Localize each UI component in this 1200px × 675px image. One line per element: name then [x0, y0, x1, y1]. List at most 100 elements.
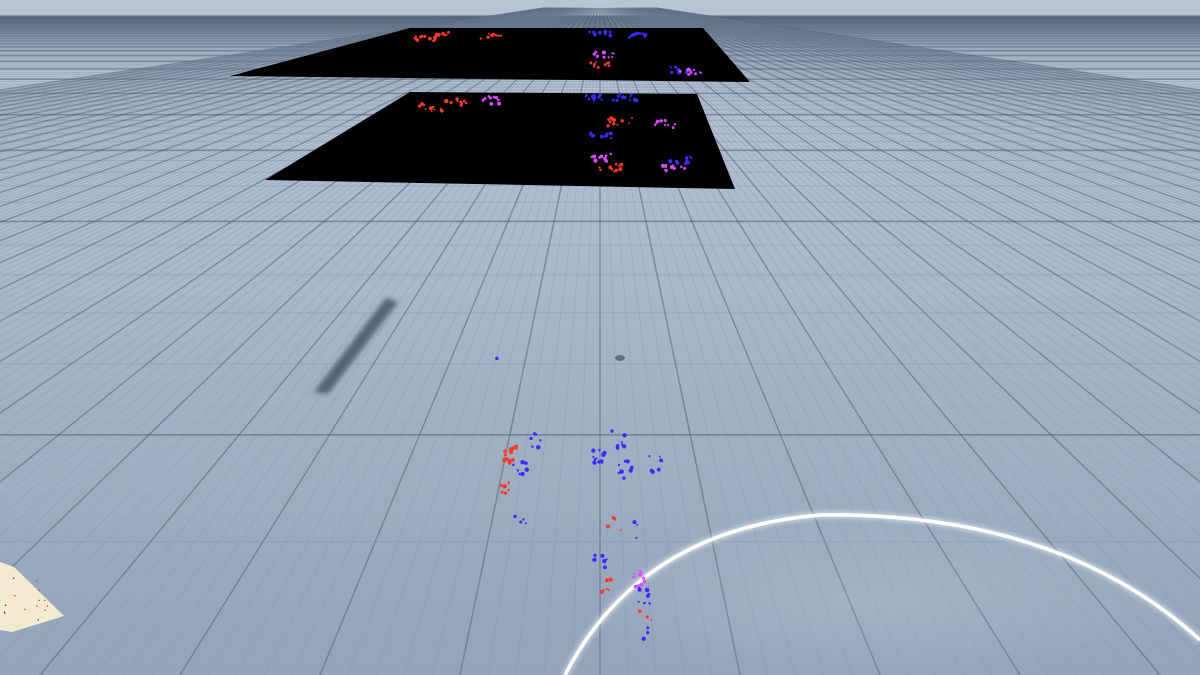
panel-point — [612, 122, 616, 126]
panel-point — [459, 100, 463, 104]
panel-point — [663, 123, 667, 127]
3d-viewport-scene[interactable] — [0, 0, 1200, 675]
panel-point — [489, 101, 494, 106]
panel-point — [628, 99, 631, 102]
ground-point — [650, 619, 652, 621]
ground-point — [512, 463, 515, 467]
ground-point — [610, 429, 614, 433]
ground-point — [636, 523, 639, 526]
panel-point — [609, 152, 613, 156]
panel-point — [499, 34, 502, 37]
panel-point — [598, 166, 601, 169]
ground-point — [639, 582, 644, 587]
panel-point — [615, 98, 619, 102]
panel-point — [439, 107, 442, 110]
panel-point — [611, 98, 615, 102]
ground-point — [602, 450, 607, 455]
panel-point — [430, 110, 433, 113]
ground-point — [649, 468, 654, 473]
panel-point — [605, 132, 609, 136]
panel-point — [683, 166, 687, 170]
ground-point — [592, 460, 597, 465]
panel-point — [599, 168, 602, 172]
ground-point — [605, 558, 608, 561]
panel-point — [456, 100, 459, 103]
panel-point — [613, 170, 616, 173]
panel-point — [488, 96, 492, 100]
panel-point — [592, 30, 596, 35]
panel-point — [653, 123, 657, 127]
ground-point — [632, 520, 637, 525]
card-mark — [24, 608, 26, 611]
panel-point — [449, 100, 453, 105]
panel-point — [497, 34, 500, 37]
ground-point — [519, 520, 523, 524]
panel-point — [482, 99, 485, 102]
ground-point — [637, 609, 642, 614]
card-mark — [38, 599, 40, 602]
panel-point — [422, 103, 426, 107]
panel-point — [604, 154, 608, 157]
card-mark — [43, 599, 46, 602]
ground-point — [619, 469, 624, 474]
panel-point — [629, 93, 633, 96]
ground-point — [531, 445, 534, 448]
ground-point — [522, 518, 525, 521]
panel-point — [674, 65, 678, 69]
panel-point — [594, 50, 598, 54]
ground-point — [503, 491, 508, 495]
ground-point — [622, 476, 626, 480]
card-mark — [3, 612, 6, 615]
panel-point — [607, 118, 610, 121]
panel-point — [659, 119, 663, 123]
ground-point — [597, 460, 601, 464]
panel-point — [424, 107, 427, 110]
panel-point — [600, 98, 603, 101]
ground-point — [658, 455, 661, 458]
panel-point — [590, 155, 593, 159]
card-mark — [12, 577, 15, 579]
panel-point — [427, 36, 432, 41]
panel-point — [618, 164, 622, 167]
ground-point — [503, 449, 507, 454]
panel-point — [664, 163, 668, 167]
panel-point — [616, 123, 619, 126]
panel-point — [675, 161, 680, 165]
panel-point — [686, 156, 689, 159]
panel-point — [603, 29, 608, 34]
ground-point — [600, 553, 605, 558]
ground-point — [593, 458, 597, 461]
panel-point — [595, 54, 600, 58]
ground-point — [612, 517, 617, 521]
panel-point — [678, 69, 682, 73]
small-shadow-dot — [615, 355, 625, 361]
panel-point — [592, 63, 595, 66]
panel-point — [629, 95, 632, 98]
panel-point — [495, 96, 499, 100]
panel-point — [597, 31, 601, 34]
ground-point — [633, 572, 636, 575]
ground-point — [524, 522, 527, 525]
ground-point — [648, 602, 651, 605]
panel-point — [607, 56, 610, 59]
panel-point — [418, 35, 422, 39]
ground-point — [507, 461, 512, 465]
ground-point — [592, 557, 597, 562]
panel-point — [593, 96, 597, 99]
ground-point — [515, 448, 518, 451]
panel-point — [620, 119, 624, 123]
panel-point — [605, 160, 608, 163]
ground-point — [642, 579, 647, 584]
ground-point — [513, 444, 519, 449]
panel-point — [479, 37, 482, 40]
panel-point — [608, 165, 613, 170]
ground-point — [637, 572, 643, 577]
ground-point — [520, 471, 525, 477]
ground-point — [592, 455, 595, 459]
ground-point — [535, 445, 541, 450]
panel-point — [685, 68, 690, 72]
card-mark — [4, 604, 7, 607]
ground-point — [637, 600, 640, 603]
panel-point — [671, 126, 675, 130]
ground-point — [532, 432, 537, 436]
